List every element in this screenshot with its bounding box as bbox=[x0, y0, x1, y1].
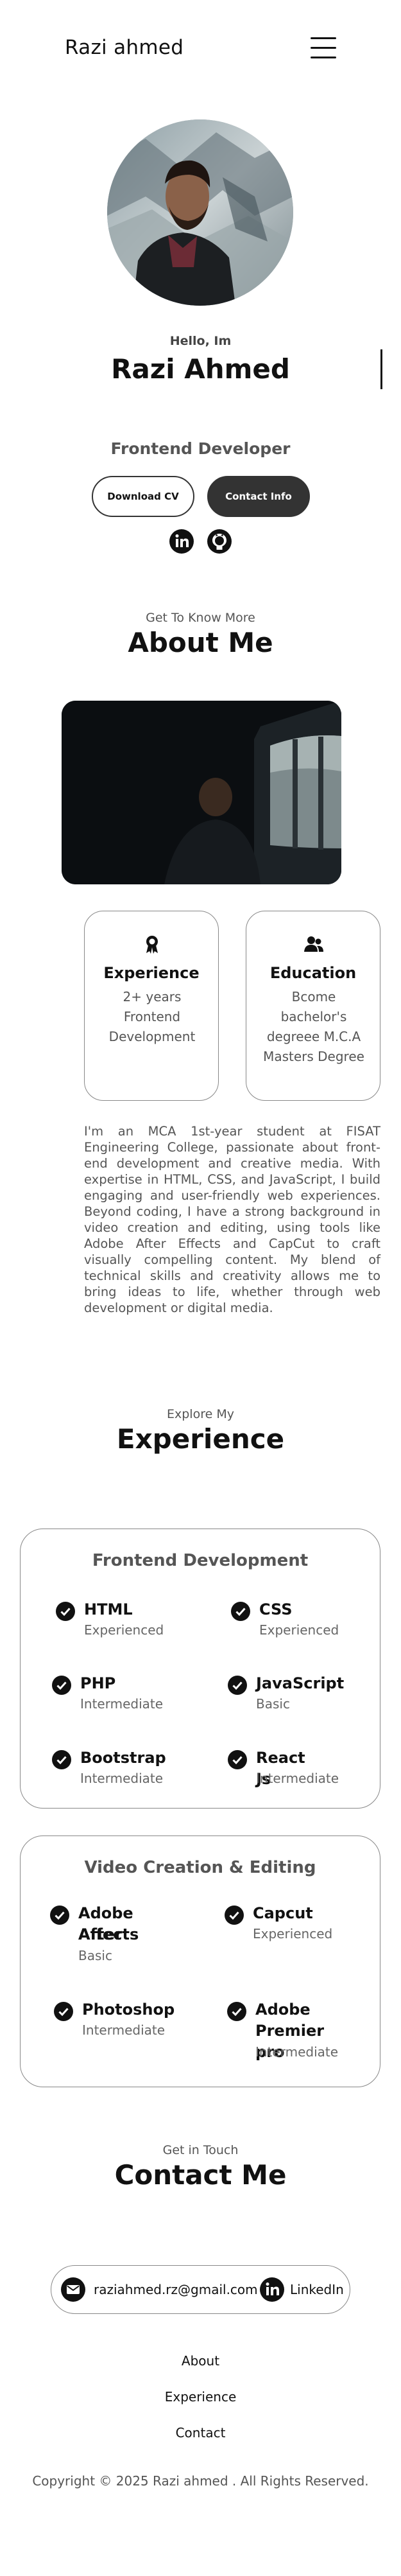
skill-level: Intermediate bbox=[255, 2044, 339, 2060]
hero-name: Razi Ahmed bbox=[111, 353, 290, 385]
skill-level: Intermediate bbox=[256, 1771, 339, 1786]
check-circle-icon bbox=[56, 1602, 75, 1621]
skill-name: Bootstrap bbox=[80, 1749, 166, 1767]
frontend-skills-card: Frontend Development HTML Experienced CS… bbox=[20, 1529, 380, 1809]
site-logo[interactable]: Razi ahmed bbox=[65, 36, 183, 59]
download-cv-button[interactable]: Download CV bbox=[92, 476, 194, 517]
hamburger-menu-icon[interactable] bbox=[311, 37, 336, 59]
skill-level: Intermediate bbox=[80, 1696, 164, 1712]
site-header: Razi ahmed bbox=[0, 0, 401, 96]
check-circle-icon bbox=[54, 2002, 73, 2021]
experience-card: Experience 2+ years Frontend Development bbox=[84, 911, 219, 1101]
check-circle-icon bbox=[228, 1750, 247, 1769]
contact-info-button[interactable]: Contact Info bbox=[207, 476, 310, 517]
skill-level: Basic bbox=[256, 1696, 290, 1712]
hero-greeting: Hello, Im bbox=[169, 334, 232, 348]
check-circle-icon bbox=[227, 2002, 246, 2021]
award-icon bbox=[142, 934, 162, 954]
skill-name: JavaScript bbox=[256, 1674, 345, 1692]
skill-level: Experienced bbox=[84, 1622, 164, 1638]
skill-name: HTML bbox=[84, 1600, 133, 1618]
skill-level: Intermediate bbox=[80, 1771, 164, 1786]
about-subtitle: Get To Know More bbox=[146, 611, 255, 625]
email-icon bbox=[61, 2277, 85, 2302]
experience-heading: Experience bbox=[103, 964, 200, 982]
skill-name: Capcut bbox=[253, 1904, 313, 1922]
check-circle-icon bbox=[50, 1906, 69, 1925]
skill-level: Experienced bbox=[253, 1926, 333, 1941]
skill-name: PHP bbox=[80, 1674, 116, 1692]
about-description: I'm an MCA 1st-year student at FISAT Eng… bbox=[84, 1124, 380, 1315]
skill-level: Basic bbox=[78, 1948, 112, 1963]
skill-name: Photoshop bbox=[82, 2001, 175, 2019]
about-title: About Me bbox=[128, 627, 273, 658]
skill-name: Adobe bbox=[255, 2001, 311, 2019]
contact-subtitle: Get in Touch bbox=[162, 2143, 239, 2157]
linkedin-icon[interactable] bbox=[169, 529, 194, 554]
frontend-heading: Frontend Development bbox=[92, 1551, 309, 1570]
video-heading: Video Creation & Editing bbox=[84, 1858, 316, 1877]
footer-link-experience[interactable]: Experience bbox=[0, 2389, 401, 2405]
education-heading: Education bbox=[269, 964, 357, 982]
check-circle-icon bbox=[228, 1676, 247, 1695]
check-circle-icon bbox=[225, 1906, 244, 1925]
email-text: raziahmed.rz@gmail.com bbox=[94, 2282, 258, 2297]
profile-avatar bbox=[107, 119, 293, 306]
contact-info-bar: raziahmed.rz@gmail.com LinkedIn bbox=[51, 2265, 350, 2314]
contact-title: Contact Me bbox=[114, 2159, 287, 2191]
footer-link-contact[interactable]: Contact bbox=[0, 2425, 401, 2440]
users-icon bbox=[303, 934, 324, 954]
experience-text: 2+ years Frontend Development bbox=[108, 989, 196, 1044]
linkedin-text: LinkedIn bbox=[290, 2282, 344, 2297]
education-text: Bcome bachelor's degreee M.C.A Masters D… bbox=[263, 989, 364, 1064]
email-link[interactable]: raziahmed.rz@gmail.com bbox=[60, 2277, 258, 2302]
copyright-text: Copyright © 2025 Razi ahmed . All Rights… bbox=[32, 2473, 369, 2489]
check-circle-icon bbox=[231, 1602, 250, 1621]
linkedin-icon bbox=[260, 2277, 284, 2302]
skill-name: CSS bbox=[259, 1600, 293, 1618]
about-photo bbox=[62, 701, 341, 884]
video-skills-card: Video Creation & Editing Adobe After Aff… bbox=[20, 1836, 380, 2087]
text-cursor bbox=[380, 349, 382, 389]
experience-title: Experience bbox=[116, 1423, 285, 1455]
skill-level: Intermediate bbox=[82, 2022, 166, 2038]
footer-link-about[interactable]: About bbox=[0, 2353, 401, 2369]
check-circle-icon bbox=[52, 1676, 71, 1695]
hero-role: Frontend Developer bbox=[110, 439, 291, 458]
skill-name-line2: Affects bbox=[78, 1925, 139, 1943]
experience-subtitle: Explore My bbox=[167, 1407, 234, 1421]
check-circle-icon bbox=[52, 1750, 71, 1769]
linkedin-link[interactable]: LinkedIn bbox=[259, 2277, 344, 2302]
github-icon[interactable] bbox=[207, 529, 232, 554]
skill-level: Experienced bbox=[259, 1622, 339, 1638]
education-card: Education Bcome bachelor's degreee M.C.A… bbox=[246, 911, 380, 1101]
